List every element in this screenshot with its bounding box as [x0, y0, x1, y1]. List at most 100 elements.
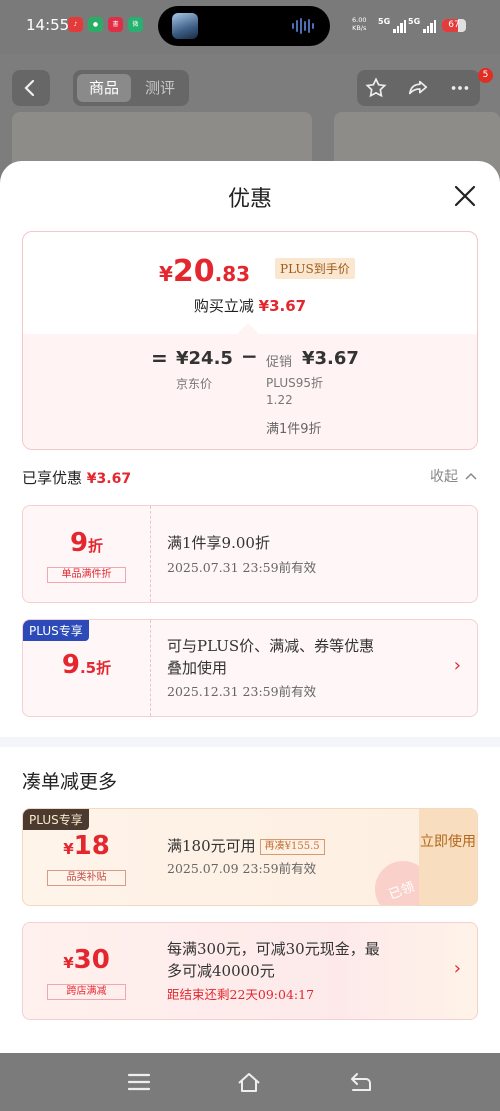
battery-icon: 67	[442, 19, 466, 32]
minus-sign: −	[241, 344, 258, 368]
signal-1-icon: 5G	[378, 17, 407, 33]
back-arrow-icon	[24, 79, 35, 97]
signal-2-icon: 5G	[408, 17, 437, 33]
coupon-desc: 每满300元，可减30元现金，最 多可减40000元	[167, 938, 380, 982]
price-breakdown-card: ¥20.83 PLUS到手价 购买立减 ¥3.67 = ¥24.5 京东价 − …	[22, 231, 478, 450]
coupon-desc-line-2: 叠加使用	[167, 659, 228, 677]
price-formula: = ¥24.5 京东价 − 促销 ¥3.67 PLUS95折 1.22 满1件9…	[23, 334, 477, 449]
section-divider	[0, 737, 500, 747]
net-speed: 6.00 KB/s	[352, 16, 366, 32]
coupon-tag: 单品满件折	[47, 567, 126, 583]
sheet-title: 优惠	[227, 187, 272, 212]
collapse-label: 收起	[430, 469, 458, 485]
use-now-button[interactable]: 立即使用	[419, 809, 477, 905]
coupon-value: ¥18	[23, 831, 150, 861]
star-icon[interactable]	[365, 77, 387, 99]
coupon-divider	[150, 620, 151, 716]
jd-price-label: 京东价	[176, 377, 213, 391]
promo-plus-amount: 1.22	[266, 393, 293, 407]
net-speed-value: 6.00	[352, 16, 367, 24]
coupon-value: ¥30	[23, 945, 150, 975]
cross-store-coupon[interactable]: ¥30 跨店满减 每满300元，可减30元现金，最 多可减40000元 距结束还…	[22, 922, 478, 1020]
menu-icon[interactable]	[127, 1071, 151, 1093]
more-deals-title: 凑单减更多	[22, 771, 118, 793]
signal-2-label: 5G	[408, 17, 421, 26]
quantity-discount-coupon: 9折 单品满件折 满1件享9.00折 2025.07.31 23:59前有效	[22, 505, 478, 603]
header-actions	[357, 70, 480, 106]
cart-badge: 5	[478, 68, 493, 83]
music-cover-icon	[172, 13, 198, 39]
more-icon[interactable]	[449, 77, 471, 99]
coupon-value-unit: .5折	[79, 659, 112, 677]
status-time: 14:55	[26, 16, 70, 34]
equals-sign: =	[151, 346, 168, 370]
jd-price: ¥24.5	[176, 348, 233, 369]
coupon-desc-line-1: 每满300元，可减30元现金，最	[167, 940, 380, 958]
plus-discount-coupon[interactable]: PLUS专享 9.5折 可与PLUS价、满减、券等优惠 叠加使用 2025.12…	[22, 619, 478, 717]
collapse-button[interactable]: 收起	[430, 466, 477, 486]
coupon-desc-line-1: 可与PLUS价、满减、券等优惠	[167, 637, 375, 655]
tab-product[interactable]: 商品	[77, 74, 131, 102]
coupon-currency: ¥	[63, 954, 74, 972]
audio-wave-icon	[292, 18, 314, 34]
coupon-value-number: 9	[69, 528, 89, 558]
system-nav-bar	[0, 1053, 500, 1111]
status-bar: 14:55 ♪ ● 書 微 6.00 KB/s 5G 5G 67	[0, 0, 500, 54]
add-more-tag: 再凑¥155.5	[259, 839, 325, 855]
net-speed-unit: KB/s	[352, 24, 367, 32]
notification-icons: ♪ ● 書 微	[68, 17, 143, 32]
coupon-date: 2025.07.31 23:59前有效	[167, 560, 317, 575]
price-currency: ¥	[159, 262, 173, 286]
promo-quantity-discount: 满1件9折	[266, 422, 322, 437]
enjoyed-label: 已享优惠	[22, 469, 83, 487]
enjoyed-amount: ¥3.67	[86, 471, 132, 487]
instant-discount-line: 购买立减 ¥3.67	[23, 295, 477, 316]
coupon-value: 9.5折	[23, 650, 150, 680]
xiaohongshu-icon: 書	[108, 17, 123, 32]
signal-1-label: 5G	[378, 17, 391, 26]
enjoyed-discount-header: 已享优惠 ¥3.67	[22, 467, 131, 488]
price-integer: 20	[172, 254, 215, 289]
instant-discount-amount: ¥3.67	[258, 297, 307, 315]
coupon-date: 2025.07.09 23:59前有效	[167, 861, 317, 876]
plus-price-tag: PLUS到手价	[275, 258, 355, 279]
countdown: 距结束还剩22天09:04:17	[167, 987, 315, 1002]
coupon-tag: 跨店满减	[47, 984, 126, 1000]
back-icon[interactable]	[349, 1071, 373, 1093]
home-icon[interactable]	[237, 1071, 261, 1093]
close-icon[interactable]	[453, 184, 477, 208]
coupon-tag: 品类补贴	[47, 870, 126, 886]
discount-sheet: 优惠 ¥20.83 PLUS到手价 购买立减 ¥3.67 = ¥24.5 京东价…	[0, 161, 500, 1053]
promo-plus-discount: PLUS95折	[266, 376, 323, 390]
share-icon[interactable]	[407, 77, 429, 99]
coupon-value-unit: 折	[88, 537, 104, 555]
coupon-desc: 满1件享9.00折	[167, 534, 270, 552]
promo-amount: ¥3.67	[302, 348, 359, 369]
chevron-right-icon[interactable]: ›	[454, 655, 461, 676]
chevron-right-icon[interactable]: ›	[454, 958, 461, 979]
coupon-desc-line-2: 多可减40000元	[167, 962, 275, 980]
promo-label: 促销	[266, 355, 293, 370]
promo-details: PLUS95折 1.22	[266, 375, 323, 409]
coupon-value: 9折	[23, 528, 150, 558]
chevron-up-icon	[465, 472, 477, 480]
instant-discount-label: 购买立减	[193, 297, 254, 315]
back-button[interactable]	[12, 70, 50, 106]
netease-music-icon: ♪	[68, 17, 83, 32]
coupon-desc: 满180元可用 再凑¥155.5	[167, 835, 325, 857]
coupon-date: 2025.12.31 23:59前有效	[167, 684, 317, 699]
tab-review[interactable]: 测评	[133, 74, 187, 102]
coupon-value-number: 30	[73, 945, 110, 975]
coupon-value-number: 9	[61, 650, 80, 680]
dynamic-island[interactable]	[158, 6, 330, 46]
plus-exclusive-ribbon: PLUS专享	[23, 809, 89, 830]
product-tabs: 商品 测评	[73, 70, 189, 106]
coupon-divider	[150, 506, 151, 602]
coupon-currency: ¥	[63, 840, 74, 858]
category-subsidy-coupon[interactable]: PLUS专享 ¥18 品类补贴 满180元可用 再凑¥155.5 2025.07.…	[22, 808, 478, 906]
final-price: ¥20.83	[159, 254, 250, 289]
wechat-icon: ●	[88, 17, 103, 32]
price-decimal: .83	[214, 262, 251, 286]
coupon-value-number: 18	[73, 831, 110, 861]
battery-level: 67	[448, 20, 460, 30]
